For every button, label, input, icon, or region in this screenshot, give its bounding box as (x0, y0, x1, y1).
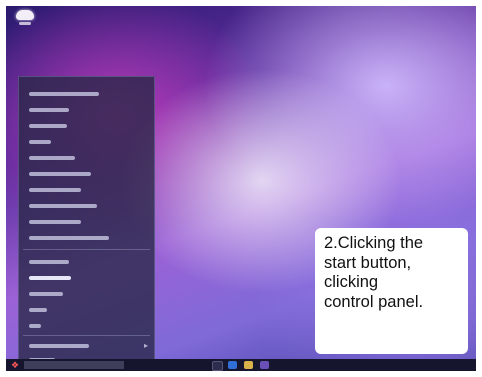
menu-item-label (29, 172, 91, 176)
edge-browser-icon[interactable] (228, 361, 237, 369)
menu-item-label (29, 92, 99, 96)
menu-item-label (29, 260, 69, 264)
callout-line-4: control panel. (324, 292, 424, 311)
instruction-callout: 2.Clicking the start button, clicking co… (315, 228, 468, 354)
callout-line-3: clicking (324, 273, 379, 291)
menu-item-device-manager[interactable] (19, 151, 154, 165)
menu-item-label (29, 108, 69, 112)
menu-item-control-panel[interactable] (19, 271, 154, 285)
menu-item-label (29, 344, 89, 348)
menu-item-label (29, 324, 41, 328)
taskbar-search-box[interactable] (24, 361, 124, 369)
menu-item-disk-management[interactable] (19, 183, 154, 197)
menu-item-shut-down-or-sign-out[interactable]: ▸ (19, 339, 154, 353)
menu-item-label (29, 156, 75, 160)
menu-item-label (29, 204, 97, 208)
start-context-menu: ▸ (18, 76, 155, 362)
menu-divider (23, 249, 150, 250)
store-icon[interactable] (260, 361, 269, 369)
menu-item-run[interactable] (19, 319, 154, 333)
menu-item-file-explorer[interactable] (19, 287, 154, 301)
chevron-right-icon: ▸ (143, 341, 148, 350)
callout-line-2: start button, (324, 253, 412, 272)
menu-item-event-viewer[interactable] (19, 119, 154, 133)
menu-item-programs-and-features[interactable] (19, 87, 154, 101)
task-view-icon[interactable] (212, 361, 223, 371)
menu-item-task-manager[interactable] (19, 255, 154, 269)
menu-item-command-prompt-admin[interactable] (19, 231, 154, 245)
menu-item-computer-management[interactable] (19, 199, 154, 213)
menu-item-label (29, 124, 67, 128)
menu-item-label (29, 292, 63, 296)
menu-item-label (29, 220, 81, 224)
recycle-bin-icon[interactable] (16, 10, 34, 25)
windows-start-icon[interactable]: ❖ (9, 360, 21, 370)
menu-item-label (29, 188, 81, 192)
file-explorer-icon[interactable] (244, 361, 253, 369)
menu-item-label (29, 140, 51, 144)
menu-item-label (29, 236, 109, 240)
menu-item-label (29, 276, 71, 280)
callout-line-1: 2.Clicking the (324, 234, 424, 252)
menu-item-command-prompt[interactable] (19, 215, 154, 229)
menu-item-search[interactable] (19, 303, 154, 317)
menu-item-network-connections[interactable] (19, 167, 154, 181)
desktop-screen: ▸ ❖ 2.Clicking the start button, clickin… (6, 6, 476, 371)
menu-item-system[interactable] (19, 135, 154, 149)
menu-item-label (29, 308, 47, 312)
menu-divider (23, 335, 150, 336)
tutorial-frame: ▸ ❖ 2.Clicking the start button, clickin… (0, 0, 482, 377)
taskbar: ❖ (6, 359, 476, 371)
menu-item-power-options[interactable] (19, 103, 154, 117)
